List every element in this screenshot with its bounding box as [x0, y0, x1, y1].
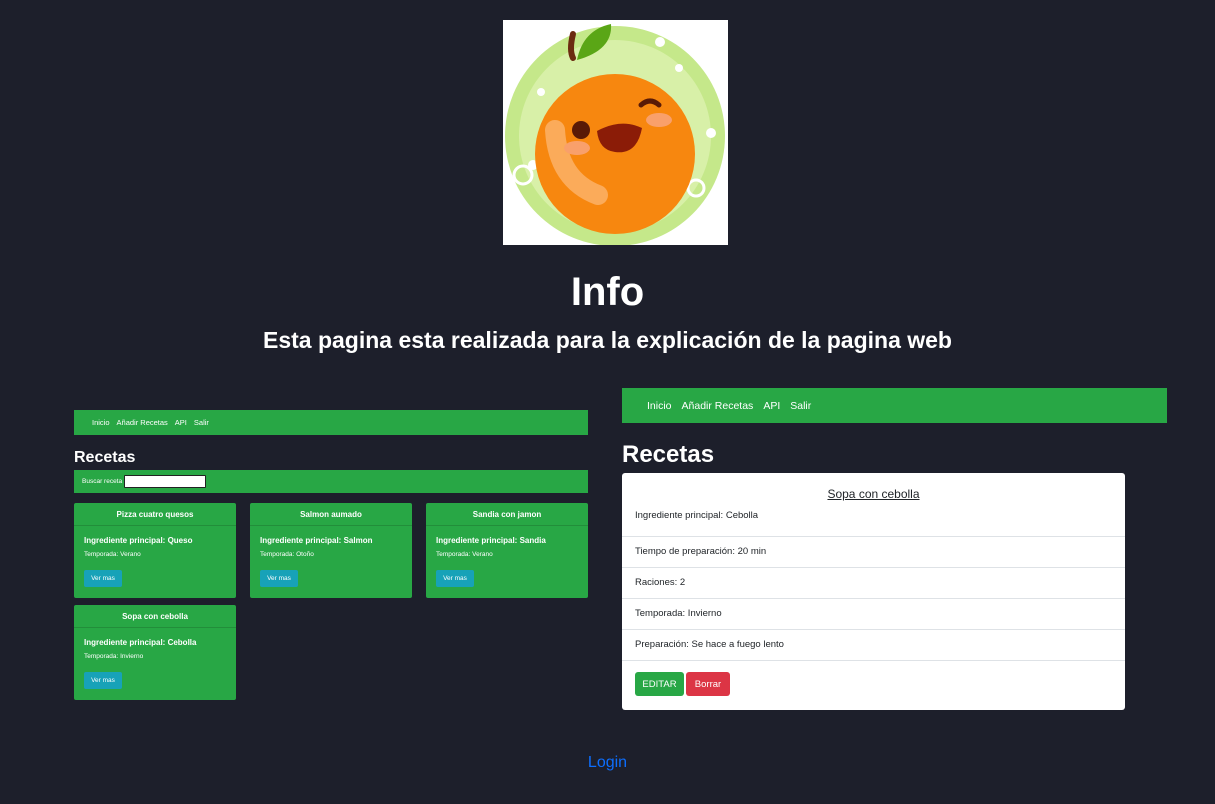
recipe-card-title: Pizza cuatro quesos [74, 503, 236, 526]
recipe-detail-servings: Raciones: 2 [635, 577, 686, 588]
divider [622, 660, 1125, 661]
page-subtitle: Esta pagina esta realizada para la expli… [262, 327, 952, 353]
search-bar: Buscar receta [74, 470, 588, 493]
smiling-orange-icon [505, 24, 725, 245]
nav-item-inicio[interactable]: Inicio [92, 418, 110, 427]
edit-button[interactable]: EDITAR [635, 672, 684, 696]
divider [622, 598, 1125, 599]
logo [503, 20, 728, 245]
nav-item-anadir-recetas[interactable]: Añadir Recetas [682, 400, 754, 412]
nav-item-inicio[interactable]: Inicio [647, 400, 672, 412]
recipe-card: Sandia con jamon Ingrediente principal: … [426, 503, 588, 598]
divider [622, 567, 1125, 568]
recipe-detail-title: Sopa con cebolla [827, 487, 920, 501]
divider [622, 629, 1125, 630]
recipe-list-screenshot: Inicio Añadir Recetas API Salir Recetas … [74, 410, 588, 493]
page-title: Info [570, 270, 645, 314]
recipe-card-season: Temporada: Verano [84, 551, 141, 558]
ver-mas-button[interactable]: Ver mas [84, 672, 122, 689]
recipe-card-season: Temporada: Verano [436, 551, 493, 558]
nav-item-anadir-recetas[interactable]: Añadir Recetas [117, 418, 168, 427]
ver-mas-button[interactable]: Ver mas [260, 570, 298, 587]
login-link[interactable]: Login [0, 754, 1215, 772]
search-label: Buscar receta [82, 478, 123, 485]
divider [622, 536, 1125, 537]
recipe-detail-ingredient: Ingrediente principal: Cebolla [635, 510, 759, 521]
search-input[interactable] [124, 475, 207, 488]
navbar: Inicio Añadir Recetas API Salir [74, 410, 588, 435]
recipe-detail-screenshot: Inicio Añadir Recetas API Salir Recetas … [622, 388, 1167, 710]
recipes-heading: Recetas [74, 449, 136, 466]
ver-mas-button[interactable]: Ver mas [436, 570, 474, 587]
recipe-card-ingredient: Ingrediente principal: Queso [84, 536, 193, 545]
ver-mas-button[interactable]: Ver mas [84, 570, 122, 587]
recipe-detail-season: Temporada: Invierno [635, 608, 722, 619]
recipe-card-ingredient: Ingrediente principal: Salmon [260, 536, 373, 545]
recipe-card-title: Sandia con jamon [426, 503, 588, 526]
recipe-card-season: Temporada: Invierno [84, 653, 144, 660]
recipe-detail-prep-time: Tiempo de preparación: 20 min [635, 546, 767, 557]
recipe-card-season: Temporada: Otoño [260, 551, 314, 558]
recipe-card: Sopa con cebolla Ingrediente principal: … [74, 605, 236, 700]
recipe-detail-card: Sopa con cebolla Ingrediente principal: … [622, 473, 1125, 710]
recipe-detail-preparation: Preparación: Se hace a fuego lento [635, 639, 784, 650]
recipes-heading: Recetas [622, 441, 715, 468]
navbar: Inicio Añadir Recetas API Salir [622, 388, 1167, 423]
nav-item-api[interactable]: API [763, 400, 780, 412]
nav-item-salir[interactable]: Salir [790, 400, 811, 412]
recipe-card-ingredient: Ingrediente principal: Cebolla [84, 638, 197, 647]
recipe-card-ingredient: Ingrediente principal: Sandia [436, 536, 546, 545]
recipe-card: Salmon aumado Ingrediente principal: Sal… [250, 503, 412, 598]
nav-item-api[interactable]: API [175, 418, 187, 427]
delete-button[interactable]: Borrar [686, 672, 730, 696]
recipe-card: Pizza cuatro quesos Ingrediente principa… [74, 503, 236, 598]
recipe-card-title: Salmon aumado [250, 503, 412, 526]
nav-item-salir[interactable]: Salir [194, 418, 209, 427]
recipe-card-title: Sopa con cebolla [74, 605, 236, 628]
